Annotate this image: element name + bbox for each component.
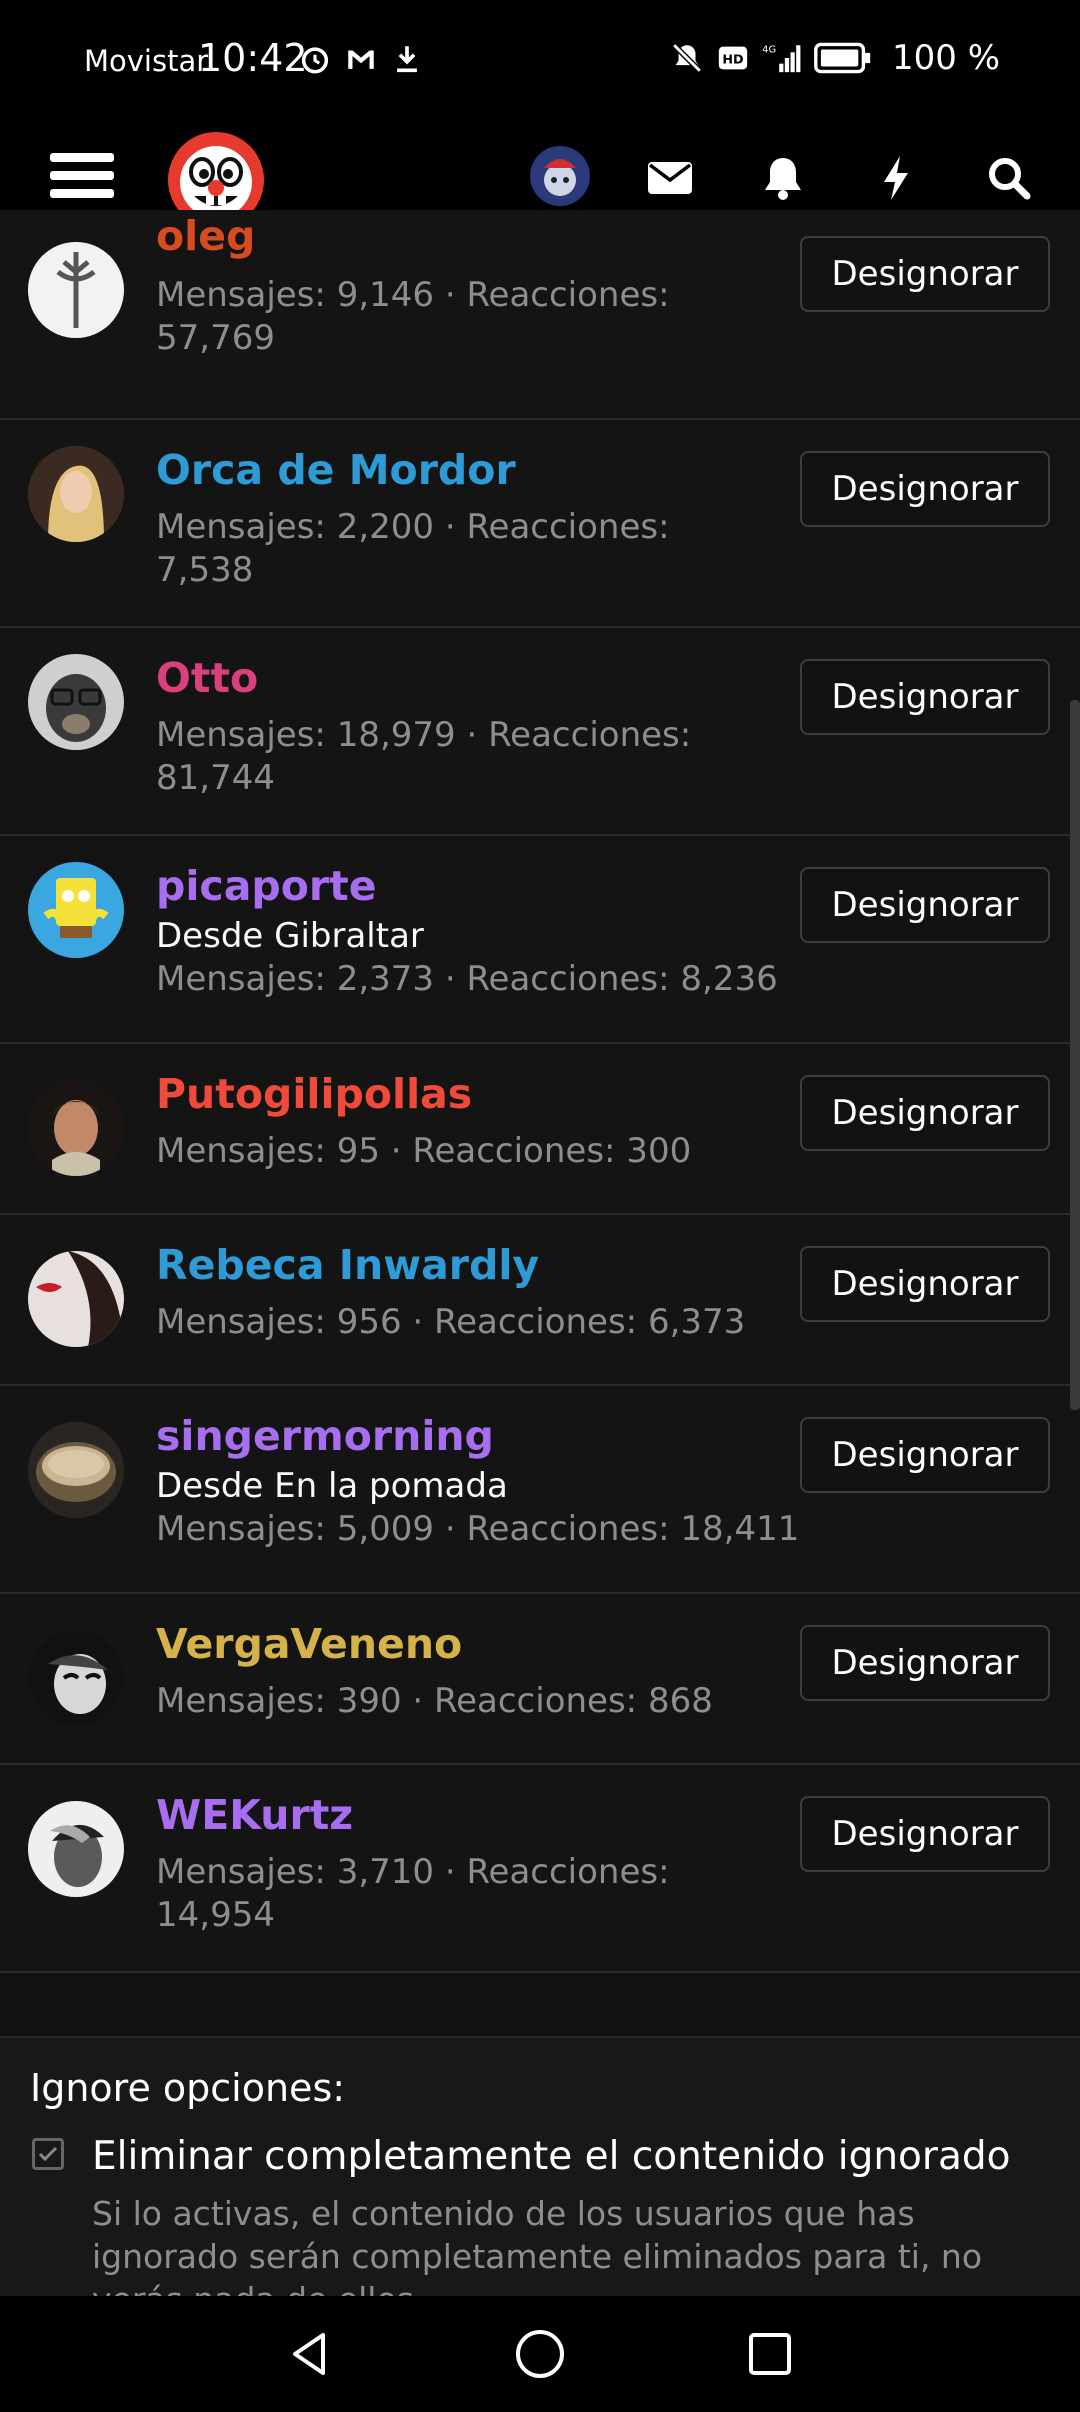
recents-icon[interactable] xyxy=(740,2324,800,2384)
user-stats: Mensajes: 95 · Reacciones: 300 xyxy=(156,1130,796,1173)
user-location: Desde En la pomada xyxy=(156,1466,508,1506)
stats-line: Mensajes: 956 · Reacciones: 6,373 xyxy=(156,1302,746,1342)
user-name[interactable]: VergaVeneno xyxy=(156,1620,462,1668)
system-navigation-bar xyxy=(0,2296,1080,2412)
user-name[interactable]: Orca de Mordor xyxy=(156,446,516,494)
user-name[interactable]: singermorning xyxy=(156,1412,494,1460)
list-item: picaporte Desde Gibraltar Mensajes: 2,37… xyxy=(0,836,1080,1044)
stats-line: Mensajes: 5,009 · Reacciones: 18,411 xyxy=(156,1509,800,1549)
system-icons: HD 4G 100 % xyxy=(670,38,1000,78)
mute-icon xyxy=(670,41,704,75)
stats-line: 57,769 xyxy=(156,318,275,358)
list-item: singermorning Desde En la pomada Mensaje… xyxy=(0,1386,1080,1594)
remove-ignored-checkbox[interactable] xyxy=(32,2138,64,2170)
stats-line: Mensajes: 390 · Reacciones: 868 xyxy=(156,1681,713,1721)
search-icon[interactable] xyxy=(979,148,1039,208)
user-name[interactable]: oleg xyxy=(156,212,255,260)
avatar[interactable] xyxy=(28,1422,124,1518)
mail-icon[interactable] xyxy=(640,148,700,208)
stats-line: 81,744 xyxy=(156,758,275,798)
stats-line: Mensajes: 95 · Reacciones: 300 xyxy=(156,1131,692,1171)
stats-line: 7,538 xyxy=(156,550,254,590)
user-stats: Mensajes: 3,710 · Reacciones: 14,954 xyxy=(156,1851,796,1937)
alarm-icon xyxy=(298,42,332,76)
list-item: oleg Mensajes: 9,146 · Reacciones: 57,76… xyxy=(0,210,1080,420)
avatar[interactable] xyxy=(28,1251,124,1347)
unignore-button[interactable]: Designorar xyxy=(800,1246,1050,1322)
signal-icon: 4G xyxy=(762,41,802,75)
user-name[interactable]: Putogilipollas xyxy=(156,1070,472,1118)
unignore-button[interactable]: Designorar xyxy=(800,451,1050,527)
list-item: Rebeca Inwardly Mensajes: 956 · Reaccion… xyxy=(0,1215,1080,1386)
battery-percent: 100 % xyxy=(891,38,1000,78)
user-stats: Mensajes: 18,979 · Reacciones: 81,744 xyxy=(156,714,796,800)
list-item: Otto Mensajes: 18,979 · Reacciones: 81,7… xyxy=(0,628,1080,836)
user-name[interactable]: Otto xyxy=(156,654,258,702)
unignore-button[interactable]: Designorar xyxy=(800,1796,1050,1872)
status-bar: Movistar 10:42 HD 4G 100 % xyxy=(0,0,1080,120)
list-item: Putogilipollas Mensajes: 95 · Reacciones… xyxy=(0,1044,1080,1215)
user-name[interactable]: picaporte xyxy=(156,862,377,910)
carrier-name: Movistar xyxy=(84,44,209,78)
gmail-icon xyxy=(344,42,378,76)
menu-icon[interactable] xyxy=(50,144,114,216)
hd-icon: HD xyxy=(716,41,750,75)
stats-line: Mensajes: 18,979 · Reacciones: xyxy=(156,715,692,755)
unignore-button[interactable]: Designorar xyxy=(800,659,1050,735)
user-name[interactable]: WEKurtz xyxy=(156,1791,353,1839)
user-location: Desde Gibraltar xyxy=(156,916,424,956)
stats-line: Mensajes: 9,146 · Reacciones: xyxy=(156,275,670,315)
avatar[interactable] xyxy=(28,1080,124,1176)
back-icon[interactable] xyxy=(280,2324,340,2384)
stats-line: Mensajes: 2,373 · Reacciones: 8,236 xyxy=(156,959,778,999)
user-avatar[interactable] xyxy=(530,146,590,206)
options-title: Ignore opciones: xyxy=(30,2066,346,2110)
unignore-button[interactable]: Designorar xyxy=(800,1625,1050,1701)
list-item: WEKurtz Mensajes: 3,710 · Reacciones: 14… xyxy=(0,1765,1080,1973)
user-stats: Mensajes: 2,373 · Reacciones: 8,236 xyxy=(156,958,816,1001)
user-stats: Mensajes: 956 · Reacciones: 6,373 xyxy=(156,1301,796,1344)
stats-line: 14,954 xyxy=(156,1895,275,1935)
list-item: Orca de Mordor Mensajes: 2,200 · Reaccio… xyxy=(0,420,1080,628)
bolt-icon[interactable] xyxy=(866,148,926,208)
avatar[interactable] xyxy=(28,654,124,750)
user-stats: Mensajes: 9,146 · Reacciones: 57,769 xyxy=(156,274,796,360)
unignore-button[interactable]: Designorar xyxy=(800,867,1050,943)
user-stats: Mensajes: 2,200 · Reacciones: 7,538 xyxy=(156,506,796,592)
user-stats: Mensajes: 5,009 · Reacciones: 18,411 xyxy=(156,1508,836,1551)
user-name[interactable]: Rebeca Inwardly xyxy=(156,1241,539,1289)
avatar[interactable] xyxy=(28,1630,124,1726)
avatar[interactable] xyxy=(28,862,124,958)
stats-line: Mensajes: 3,710 · Reacciones: xyxy=(156,1852,670,1892)
list-item: VergaVeneno Mensajes: 390 · Reacciones: … xyxy=(0,1594,1080,1765)
scrollbar[interactable] xyxy=(1070,700,1080,1410)
user-stats: Mensajes: 390 · Reacciones: 868 xyxy=(156,1680,796,1723)
home-icon[interactable] xyxy=(510,2324,570,2384)
checkbox-label[interactable]: Eliminar completamente el contenido igno… xyxy=(92,2134,1010,2179)
svg-text:4G: 4G xyxy=(762,44,776,55)
notification-icons xyxy=(298,42,424,76)
avatar[interactable] xyxy=(28,446,124,542)
avatar[interactable] xyxy=(28,242,124,338)
avatar[interactable] xyxy=(28,1801,124,1897)
unignore-button[interactable]: Designorar xyxy=(800,1417,1050,1493)
ignore-options-panel: Ignore opciones: Eliminar completamente … xyxy=(0,2036,1080,2319)
svg-text:HD: HD xyxy=(722,53,743,68)
unignore-button[interactable]: Designorar xyxy=(800,1075,1050,1151)
unignore-button[interactable]: Designorar xyxy=(800,236,1050,312)
battery-icon xyxy=(814,41,872,75)
clock: 10:42 xyxy=(198,36,308,80)
bell-icon[interactable] xyxy=(753,148,813,208)
download-icon xyxy=(390,42,424,76)
stats-line: Mensajes: 2,200 · Reacciones: xyxy=(156,507,670,547)
